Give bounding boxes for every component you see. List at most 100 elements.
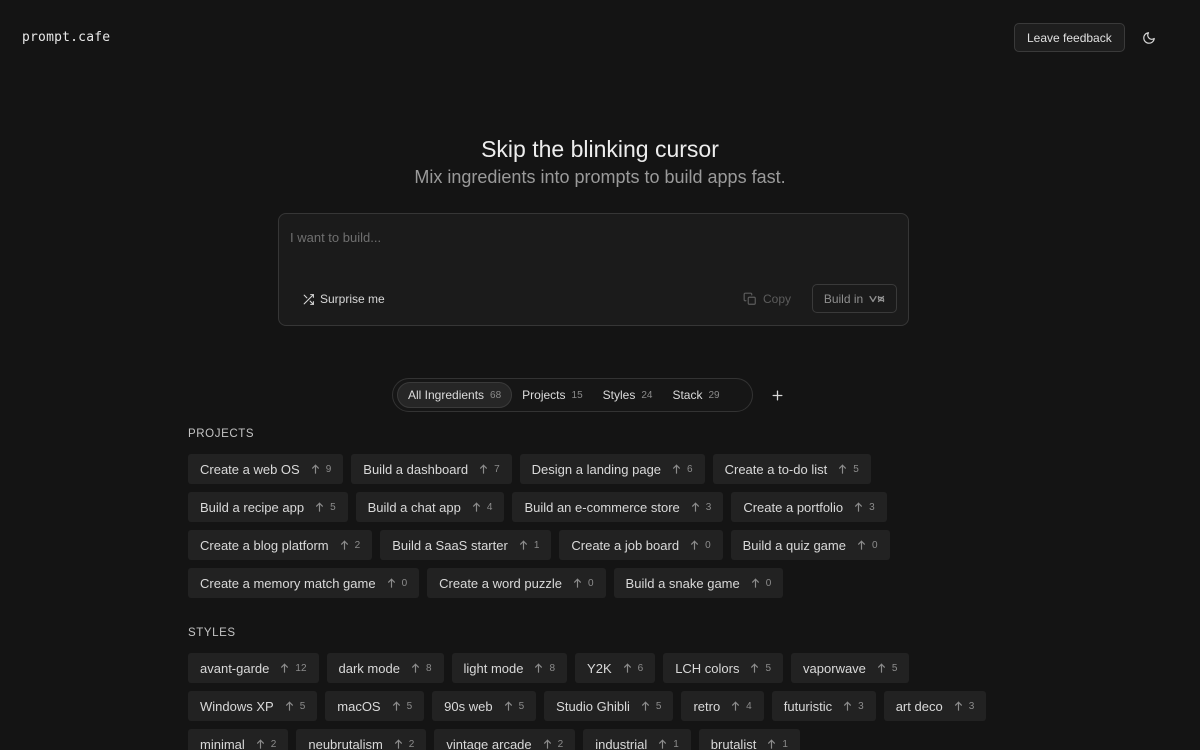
ingredient-chip[interactable]: vintage arcade 2 <box>434 729 576 750</box>
ingredient-chip[interactable]: macOS 5 <box>325 691 425 721</box>
build-in-button[interactable]: Build in <box>812 284 897 313</box>
ingredient-chip[interactable]: Build an e-commerce store 3 <box>512 492 724 522</box>
vote-count: 0 <box>871 539 878 551</box>
upvote-button[interactable]: 5 <box>285 701 305 712</box>
ingredient-chip[interactable]: vaporwave 5 <box>791 653 910 683</box>
tab-all-ingredients[interactable]: All Ingredients 68 <box>397 382 513 408</box>
chip-label: dark mode <box>338 660 400 676</box>
chip-label: futuristic <box>783 698 833 714</box>
ingredient-chip[interactable]: Create a word puzzle 0 <box>427 568 606 598</box>
plus-icon <box>772 390 782 400</box>
upvote-button[interactable]: 0 <box>573 578 594 589</box>
upvote-button[interactable]: 5 <box>877 663 897 674</box>
ingredient-chip[interactable]: dark mode 8 <box>326 653 444 683</box>
upvote-button[interactable]: 8 <box>534 663 555 674</box>
tab-styles[interactable]: Styles 24 <box>593 382 663 408</box>
ingredient-chip[interactable]: neubrutalism 2 <box>296 729 427 750</box>
ingredient-chip[interactable]: art deco 3 <box>883 691 987 721</box>
ingredient-chip[interactable]: Studio Ghibli 5 <box>544 691 674 721</box>
upvote-button[interactable]: 5 <box>315 502 336 513</box>
ingredient-chip[interactable]: Build a recipe app 5 <box>188 492 348 522</box>
ingredient-chip[interactable]: Build a snake game 0 <box>613 568 784 598</box>
surprise-me-button[interactable]: Surprise me <box>302 290 385 308</box>
upvote-button[interactable]: 2 <box>394 739 414 750</box>
chip-label: Build a SaaS starter <box>392 537 508 553</box>
upvote-arrow-icon <box>256 739 264 749</box>
upvote-button[interactable]: 6 <box>672 464 693 475</box>
tab-stack[interactable]: Stack 29 <box>662 382 729 408</box>
upvote-arrow-icon <box>504 701 512 711</box>
tab-count: 29 <box>708 389 720 401</box>
ingredient-chip[interactable]: 90s web 5 <box>432 691 537 721</box>
ingredient-chip[interactable]: avant-garde 12 <box>188 653 319 683</box>
ingredient-chip[interactable]: futuristic 3 <box>771 691 876 721</box>
upvote-button[interactable]: 12 <box>280 663 307 674</box>
ingredient-chip[interactable]: brutalist 1 <box>698 729 800 750</box>
ingredient-chip[interactable]: Y2K 6 <box>575 653 656 683</box>
copy-button[interactable]: Copy <box>743 290 791 308</box>
upvote-button[interactable]: 3 <box>954 701 974 712</box>
upvote-button[interactable]: 0 <box>387 578 407 589</box>
chip-label: Build a snake game <box>625 575 740 591</box>
ingredient-chip[interactable]: Create a blog platform 2 <box>188 530 373 560</box>
upvote-button[interactable]: 5 <box>504 701 524 712</box>
upvote-button[interactable]: 1 <box>519 540 539 551</box>
ingredient-chip[interactable]: retro 4 <box>681 691 764 721</box>
ingredient-chip[interactable]: Build a quiz game 0 <box>730 530 890 560</box>
page: prompt.cafe Leave feedback Skip the blin… <box>0 0 1200 750</box>
ingredient-chip[interactable]: minimal 2 <box>188 729 289 750</box>
upvote-button[interactable]: 5 <box>838 464 859 475</box>
vote-count: 6 <box>637 662 644 674</box>
upvote-button[interactable]: 9 <box>311 464 331 475</box>
vote-count: 8 <box>425 662 432 674</box>
vote-count: 1 <box>673 738 679 750</box>
upvote-button[interactable]: 4 <box>472 502 492 513</box>
upvote-button[interactable]: 3 <box>691 502 711 513</box>
ingredient-chip[interactable]: Create a web OS 9 <box>188 454 344 484</box>
chip-label: Build a chat app <box>367 499 461 515</box>
chip-label: Create a job board <box>571 537 680 553</box>
vote-count: 2 <box>270 738 277 750</box>
leave-feedback-button[interactable]: Leave feedback <box>1014 23 1125 52</box>
add-ingredient-button[interactable] <box>768 386 786 404</box>
ingredient-chip[interactable]: Windows XP 5 <box>188 691 318 721</box>
upvote-button[interactable]: 8 <box>411 663 432 674</box>
upvote-button[interactable]: 3 <box>843 701 864 712</box>
ingredient-chip[interactable]: Create a job board 0 <box>559 530 723 560</box>
ingredient-chip[interactable]: Create a memory match game 0 <box>188 568 420 598</box>
ingredient-chip[interactable]: Build a chat app 4 <box>355 492 505 522</box>
prompt-input[interactable] <box>290 226 890 248</box>
chip-label: retro <box>693 698 721 714</box>
upvote-button[interactable]: 2 <box>256 738 277 750</box>
ingredient-chip[interactable]: Design a landing page 6 <box>519 454 705 484</box>
upvote-button[interactable]: 2 <box>340 540 360 551</box>
ingredient-chip[interactable]: Create a portfolio 3 <box>731 492 887 522</box>
ingredient-chip[interactable]: Create a to-do list 5 <box>712 454 871 484</box>
upvote-button[interactable]: 2 <box>543 739 563 750</box>
ingredient-chip[interactable]: LCH colors 5 <box>663 653 784 683</box>
upvote-button[interactable]: 5 <box>750 663 771 674</box>
upvote-button[interactable]: 4 <box>731 701 752 712</box>
upvote-arrow-icon <box>844 701 852 711</box>
upvote-button[interactable]: 1 <box>658 739 679 750</box>
upvote-arrow-icon <box>392 701 400 711</box>
upvote-button[interactable]: 5 <box>641 701 661 712</box>
upvote-button[interactable]: 0 <box>857 540 878 551</box>
upvote-button[interactable]: 0 <box>751 578 771 589</box>
upvote-button[interactable]: 7 <box>479 464 500 475</box>
tab-projects[interactable]: Projects 15 <box>512 382 592 408</box>
ingredient-chip[interactable]: industrial 1 <box>583 729 691 750</box>
chip-label: Build a recipe app <box>200 499 305 515</box>
ingredient-chip[interactable]: Build a SaaS starter 1 <box>380 530 552 560</box>
upvote-button[interactable]: 3 <box>854 502 875 513</box>
upvote-arrow-icon <box>732 701 740 711</box>
ingredient-chip[interactable]: Build a dashboard 7 <box>351 454 512 484</box>
theme-toggle-button[interactable] <box>1138 27 1159 48</box>
ingredient-chip[interactable]: light mode 8 <box>451 653 568 683</box>
upvote-button[interactable]: 6 <box>623 662 644 674</box>
logo[interactable]: prompt.cafe <box>22 30 110 45</box>
chip-label: Build a dashboard <box>363 461 469 477</box>
upvote-button[interactable]: 5 <box>392 701 412 712</box>
upvote-button[interactable]: 0 <box>690 540 711 551</box>
upvote-button[interactable]: 1 <box>767 739 788 750</box>
